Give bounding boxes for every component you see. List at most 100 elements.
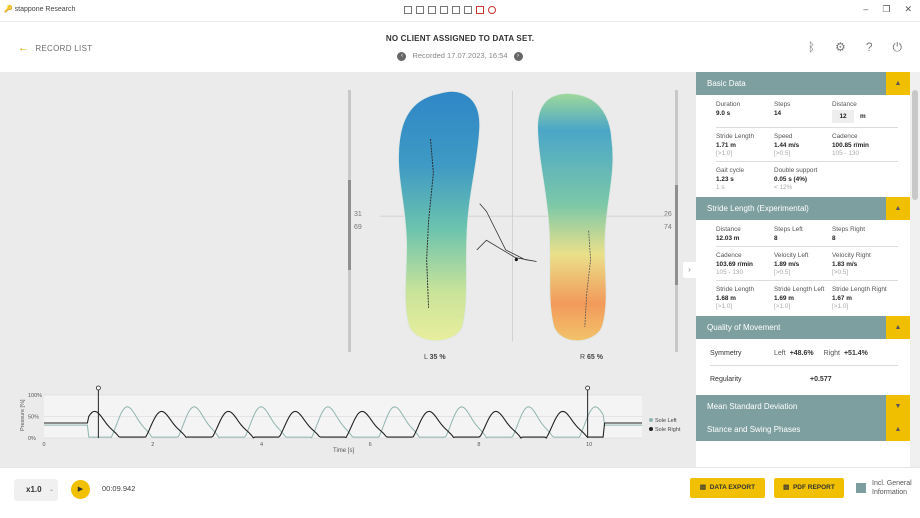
time-marker-handle[interactable] xyxy=(95,385,101,391)
metric-value: 1.71 m xyxy=(716,142,736,149)
metric-reference: [>1.0] xyxy=(716,150,733,157)
chevron-down-icon: ⌄ xyxy=(48,487,54,493)
quality-body: Symmetry Left +48.6% Right +51.4% Regulari… xyxy=(696,339,910,393)
metric-value: 12.03 m xyxy=(716,235,740,242)
data-export-button[interactable]: ▤ DATA EXPORT xyxy=(690,478,765,498)
capture-toolbar xyxy=(404,6,496,14)
metric-label: Steps Left xyxy=(774,226,803,233)
metric-reference: 105 - 130 xyxy=(716,269,744,276)
metric-label: Gait cycle xyxy=(716,167,745,174)
collapse-icon[interactable]: ▲ xyxy=(886,316,910,339)
section-stance-swing[interactable]: Stance and Swing Phases ▲ xyxy=(696,418,910,441)
scrollbar-thumb[interactable] xyxy=(912,90,918,200)
section-basic-data[interactable]: Basic Data ▲ xyxy=(696,72,910,95)
pressure-chart: 100%50%0% 0 2 4 6 8 10 Pressure [%] Time [s] … xyxy=(0,385,696,465)
metric-cell: Speed 1.44 m/s [>0.5] xyxy=(774,133,832,157)
right-balance-bar xyxy=(675,90,678,352)
recorded-date: Recorded 17.07.2023, 16:54 xyxy=(412,51,508,60)
metric-row: Distance 12.03 m Steps Left 8 Steps Right 8 xyxy=(716,226,898,242)
metric-row: Gait cycle 1.23 s1 s Double support 0.05 s … xyxy=(716,167,898,191)
section-mean-std[interactable]: Mean Standard Deviation ▼ xyxy=(696,395,910,418)
pressure-heatmap xyxy=(380,90,670,342)
sidebar-scrollbar[interactable] xyxy=(910,72,920,467)
help-icon[interactable]: ? xyxy=(866,40,873,55)
toolbar-icon[interactable] xyxy=(428,6,436,14)
metric-reference: [>0.5] xyxy=(774,269,791,276)
right-foot xyxy=(537,92,614,342)
header: ← RECORD LIST NO CLIENT ASSIGNED TO DATA … xyxy=(0,22,920,72)
metric-label: Velocity Right xyxy=(832,252,871,259)
metric-cell: Steps Right 8 xyxy=(832,226,894,242)
section-quality[interactable]: Quality of Movement ▲ xyxy=(696,316,910,339)
metric-row: Cadence 103.69 r/min 105 - 130 Velocity Lef… xyxy=(716,252,898,276)
close-icon[interactable]: ✕ xyxy=(904,4,912,15)
metric-cell: Stride Length Right 1.67 m [>1.0] xyxy=(832,286,894,310)
playback-time: 00:09.942 xyxy=(102,484,136,493)
restore-icon[interactable]: ❐ xyxy=(882,4,890,15)
y-axis-label: Pressure [%] xyxy=(20,399,26,431)
pdf-report-button[interactable]: ▤ PDF REPORT xyxy=(774,478,844,498)
metric-value: 1.69 m xyxy=(774,295,794,302)
toolbar-icon[interactable] xyxy=(416,6,424,14)
metric-row: Stride Length 1.71 m [>1.0] Speed 1.44 m/s [>… xyxy=(716,133,898,157)
metric-value: 100.85 r/min xyxy=(832,142,869,149)
metric-cell: Double support 0.05 s (4%) < 12% xyxy=(774,167,832,191)
legend-label: Sole Right xyxy=(655,427,681,433)
metric-label: Cadence xyxy=(716,252,742,259)
metric-cell: Velocity Right 1.83 m/s [>0.5] xyxy=(832,252,894,276)
play-button[interactable]: ▶ xyxy=(71,480,90,499)
collapse-icon[interactable]: ▲ xyxy=(886,72,910,95)
symmetry-row: Symmetry Left +48.6% Right +51.4% xyxy=(710,349,868,357)
next-record-button[interactable]: › xyxy=(513,51,523,61)
metric-label: Double support xyxy=(774,167,818,174)
x-tick-label: 6 xyxy=(369,442,372,448)
incl-general-info-checkbox[interactable] xyxy=(856,483,866,493)
metric-label: Duration xyxy=(716,101,741,108)
footer: x1.0 ⌄ ▶ 00:09.942 ▤ DATA EXPORT ▤ PDF RE… xyxy=(0,467,920,518)
power-icon[interactable]: ⏻ xyxy=(893,40,903,55)
collapse-icon[interactable]: ▲ xyxy=(886,197,910,220)
time-marker-handle[interactable] xyxy=(585,385,591,391)
stop-icon[interactable] xyxy=(488,6,496,14)
section-stride-length[interactable]: Stride Length (Experimental) ▲ xyxy=(696,197,910,220)
metric-label: Steps Right xyxy=(832,226,866,233)
y-tick-label: 100% xyxy=(28,393,42,399)
metric-cell: Distance 12.03 m xyxy=(716,226,774,242)
toolbar-icon[interactable] xyxy=(404,6,412,14)
metric-cell: Stride Length 1.71 m [>1.0] xyxy=(716,133,774,157)
toolbar-icon[interactable] xyxy=(464,6,472,14)
left-bottom-value: 69 xyxy=(354,224,362,231)
playback-speed-select[interactable]: x1.0 ⌄ xyxy=(14,479,58,501)
minimize-icon[interactable]: – xyxy=(863,4,868,15)
record-list-button[interactable]: ← RECORD LIST xyxy=(18,42,92,54)
gear-icon[interactable]: ⚙ xyxy=(835,40,846,55)
metric-cell: Cadence 100.85 r/min 105 - 130 xyxy=(832,133,894,157)
expand-panel-button[interactable]: › xyxy=(683,262,696,278)
bluetooth-icon[interactable]: ᛒ xyxy=(808,40,815,55)
metric-cell: Steps 14 xyxy=(774,101,832,123)
metric-cell: Steps Left 8 xyxy=(774,226,832,242)
collapse-icon[interactable]: ▲ xyxy=(886,418,910,441)
app-icon: 🔑 xyxy=(4,6,13,13)
toolbar-icon[interactable] xyxy=(440,6,448,14)
metric-value: 14 xyxy=(774,110,782,117)
metric-reference: [>1.0] xyxy=(832,303,849,310)
record-icon[interactable] xyxy=(476,6,484,14)
metric-cell: Velocity Left 1.89 m/s [>0.5] xyxy=(774,252,832,276)
metric-row: Stride Length 1.68 m [>1.0] Stride Length L… xyxy=(716,286,898,310)
metric-value: 1.68 m xyxy=(716,295,736,302)
page-title: NO CLIENT ASSIGNED TO DATA SET. xyxy=(385,34,535,43)
expand-icon[interactable]: ▼ xyxy=(886,395,910,418)
metric-reference: [>1.0] xyxy=(716,303,733,310)
previous-record-button[interactable]: ‹ xyxy=(397,51,407,61)
metric-label: Stride Length Right xyxy=(832,286,887,293)
toolbar-icon[interactable] xyxy=(452,6,460,14)
distance-input[interactable]: 12 xyxy=(832,110,854,123)
metric-reference: 105 - 130 xyxy=(832,150,860,157)
metric-label: Stride Length xyxy=(716,133,755,140)
metric-value: 1.23 s xyxy=(716,176,734,183)
left-foot xyxy=(397,90,481,342)
x-tick-label: 0 xyxy=(43,442,46,448)
legend-label: Sole Left xyxy=(655,418,677,424)
legend-swatch xyxy=(649,418,653,422)
